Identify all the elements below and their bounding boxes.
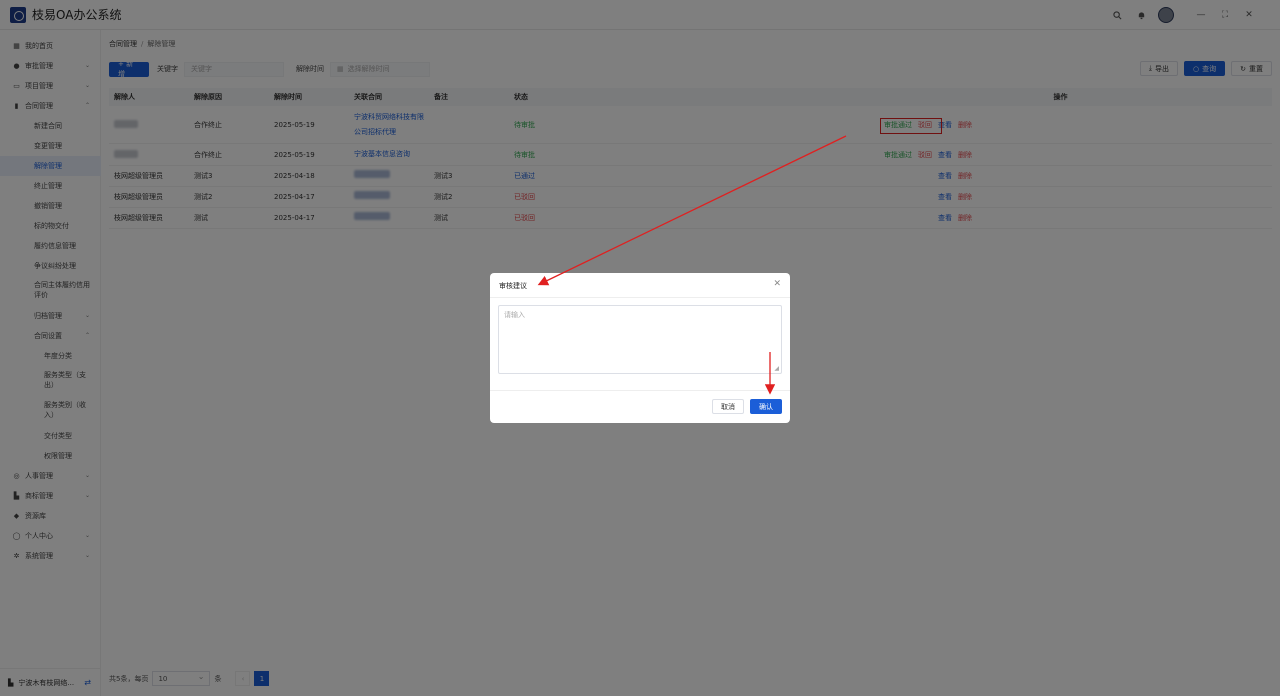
dialog-footer-divider bbox=[490, 390, 790, 391]
close-icon[interactable]: ✕ bbox=[773, 279, 781, 289]
cancel-button[interactable]: 取消 bbox=[712, 399, 744, 414]
review-dialog: 审核建议 ✕ 请输入 ◢ 取消 确认 bbox=[490, 273, 790, 423]
dialog-divider bbox=[490, 297, 790, 298]
review-textarea[interactable]: 请输入 ◢ bbox=[498, 305, 782, 374]
dialog-footer: 取消 确认 bbox=[712, 399, 782, 414]
resize-grip-icon[interactable]: ◢ bbox=[774, 365, 779, 372]
textarea-placeholder: 请输入 bbox=[504, 311, 525, 319]
confirm-button[interactable]: 确认 bbox=[750, 399, 782, 414]
dialog-title: 审核建议 bbox=[499, 282, 527, 290]
